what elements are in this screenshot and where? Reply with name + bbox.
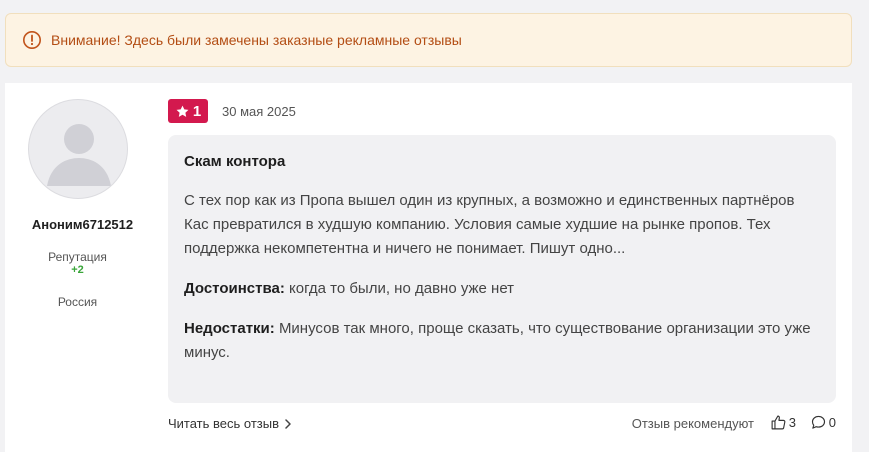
pros-text: когда то были, но давно уже нет bbox=[289, 280, 515, 297]
likes-count: 3 bbox=[788, 415, 796, 430]
review-pros: Достоинства: когда то были, но давно уже… bbox=[184, 277, 820, 301]
warning-banner: Внимание! Здесь были замечены заказные р… bbox=[5, 13, 852, 67]
comments-count: 0 bbox=[828, 415, 836, 430]
chevron-right-icon bbox=[284, 418, 292, 429]
exclamation-circle-icon bbox=[22, 30, 42, 50]
review-cons: Недостатки: Минусов так много, проще ска… bbox=[184, 317, 820, 365]
cons-label: Недостатки: bbox=[184, 320, 275, 337]
like-button[interactable]: 3 bbox=[770, 414, 796, 431]
rating-value: 1 bbox=[192, 102, 202, 120]
review-card: Аноним6712512 Репутация +2 Россия 1 30 м… bbox=[5, 83, 852, 452]
comments-button[interactable]: 0 bbox=[810, 414, 836, 431]
review-footer: Читать весь отзыв Отзыв рекомендуют 3 0 bbox=[168, 413, 836, 435]
reputation-value: +2 bbox=[71, 264, 84, 276]
warning-text: Внимание! Здесь были замечены заказные р… bbox=[51, 32, 462, 48]
default-avatar-icon[interactable] bbox=[28, 99, 128, 199]
author-name[interactable]: Аноним6712512 bbox=[5, 217, 160, 232]
review-body: Скам контора С тех пор как из Пропа выше… bbox=[168, 135, 836, 403]
thumbs-up-icon bbox=[770, 414, 787, 431]
review-author: Аноним6712512 Репутация +2 Россия bbox=[5, 83, 160, 452]
read-full-review-link[interactable]: Читать весь отзыв bbox=[168, 416, 292, 431]
review-date: 30 мая 2025 bbox=[222, 104, 296, 119]
review-text: С тех пор как из Пропа вышел один из кру… bbox=[184, 192, 795, 257]
rating-badge: 1 bbox=[168, 99, 208, 123]
review-title: Скам контора bbox=[184, 153, 286, 170]
author-country: Россия bbox=[57, 295, 98, 309]
recommend-label: Отзыв рекомендуют bbox=[631, 416, 754, 431]
pros-label: Достоинства: bbox=[184, 280, 285, 297]
comment-icon bbox=[810, 414, 827, 431]
star-icon bbox=[175, 104, 190, 119]
read-more-label: Читать весь отзыв bbox=[168, 416, 280, 431]
cons-text: Минусов так много, проще сказать, что су… bbox=[184, 320, 811, 361]
reputation-label: Репутация bbox=[48, 250, 107, 264]
